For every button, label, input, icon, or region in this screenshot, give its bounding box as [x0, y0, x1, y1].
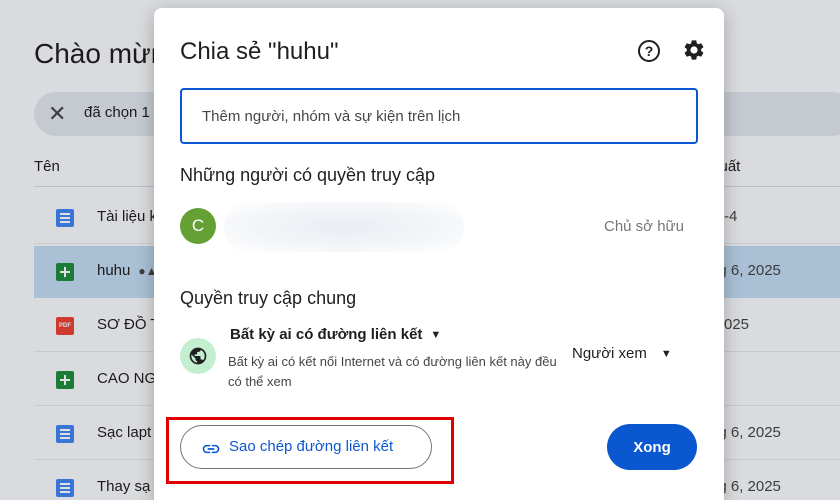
general-access-dropdown[interactable]: Bất kỳ ai có đường liên kết ▼ — [230, 326, 441, 343]
owner-role-label: Chủ sở hữu — [604, 218, 684, 235]
copy-link-label: Sao chép đường liên kết — [229, 438, 394, 455]
help-icon[interactable]: ? — [638, 40, 660, 62]
globe-icon — [180, 338, 216, 374]
gear-icon[interactable] — [682, 38, 706, 62]
share-dialog: Chia sẻ "huhu" ? Những người có quyền tr… — [154, 8, 724, 500]
link-icon — [202, 444, 220, 454]
general-access-value: Bất kỳ ai có đường liên kết — [230, 326, 423, 343]
caret-down-icon: ▼ — [430, 329, 442, 342]
dialog-title: Chia sẻ "huhu" — [180, 38, 339, 65]
role-dropdown[interactable]: Người xem ▼ — [572, 345, 672, 362]
general-access-description: Bất kỳ ai có kết nối Internet và có đườn… — [228, 354, 557, 389]
avatar: C — [180, 208, 216, 244]
copy-link-button[interactable]: Sao chép đường liên kết — [180, 425, 432, 469]
caret-down-icon: ▼ — [660, 348, 672, 361]
add-people-input[interactable] — [180, 88, 698, 144]
people-with-access-title: Những người có quyền truy cập — [180, 165, 436, 185]
general-access-title: Quyền truy cập chung — [180, 288, 357, 308]
redacted-email — [224, 202, 464, 252]
done-button[interactable]: Xong — [607, 424, 697, 470]
role-value: Người xem — [572, 345, 647, 362]
